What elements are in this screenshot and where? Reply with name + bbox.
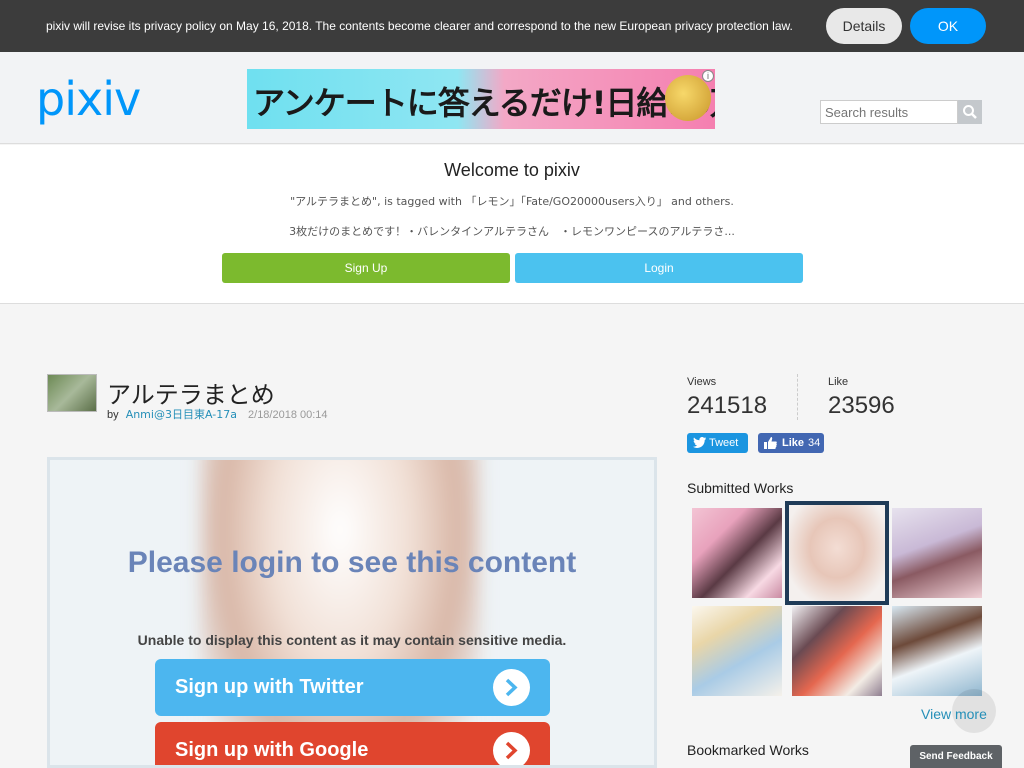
ad-coin-image [665, 75, 711, 121]
site-header: pixiv アンケートに答えるだけ!日給10万円 i [0, 52, 1024, 144]
stats-divider [797, 374, 798, 420]
tweet-button[interactable]: Tweet [687, 433, 748, 453]
welcome-tags-line: "アルテラまとめ", is tagged with 「レモン」「Fate/GO2… [290, 195, 734, 208]
submitted-work-thumbnail[interactable] [892, 508, 982, 598]
submitted-work-thumbnail[interactable] [892, 606, 982, 696]
thumbs-up-icon [764, 437, 777, 449]
facebook-like-button[interactable]: Like 34 [758, 433, 824, 453]
like-count: 23596 [828, 392, 895, 419]
send-feedback-button[interactable]: Send Feedback [910, 745, 1002, 768]
privacy-ok-button[interactable]: OK [910, 8, 986, 44]
views-count: 241518 [687, 392, 768, 419]
signup-google-button[interactable]: Sign up with Google [155, 722, 550, 765]
by-label: by [107, 409, 119, 421]
submitted-work-thumbnail[interactable] [692, 508, 782, 598]
signup-twitter-label: Sign up with Twitter [175, 676, 364, 698]
welcome-title: Welcome to pixiv [444, 160, 580, 180]
ad-info-icon[interactable]: i [702, 70, 714, 82]
twitter-bird-icon [693, 437, 706, 448]
submitted-work-thumbnail[interactable] [792, 606, 882, 696]
submitted-work-thumbnail[interactable] [692, 606, 782, 696]
work-title: アルテラまとめ [107, 381, 275, 409]
locked-content-panel: Please login to see this content Unable … [47, 457, 657, 768]
submitted-works-title: Submitted Works [687, 480, 794, 496]
welcome-description: 3枚だけのまとめです！・バレンタインアルテラさん ・レモンワンピースのアルテラさ… [289, 225, 735, 238]
search-icon [963, 105, 977, 119]
fb-like-label: Like [782, 437, 805, 449]
pixiv-logo[interactable]: pixiv [36, 74, 141, 124]
view-more-link[interactable]: View more [921, 706, 987, 722]
privacy-details-button[interactable]: Details [826, 8, 902, 44]
bookmarked-works-title: Bookmarked Works [687, 742, 809, 758]
work-date: 2/18/2018 00:14 [248, 409, 328, 421]
search-button[interactable] [958, 100, 982, 124]
fb-like-count: 34 [808, 437, 821, 449]
views-label: Views [687, 376, 717, 388]
welcome-panel: Welcome to pixiv "アルテラまとめ", is tagged wi… [0, 145, 1024, 304]
locked-subtitle: Unable to display this content as it may… [137, 632, 567, 648]
chevron-right-icon [493, 669, 530, 706]
signup-google-label: Sign up with Google [175, 739, 369, 761]
ad-text: アンケートに答えるだけ!日給10万円 [253, 84, 715, 122]
signup-button[interactable]: Sign Up [222, 253, 510, 283]
privacy-banner: pixiv will revise its privacy policy on … [0, 0, 1024, 52]
author-avatar[interactable] [47, 374, 97, 412]
ad-banner[interactable]: アンケートに答えるだけ!日給10万円 [247, 69, 715, 129]
work-byline: by Anmi@3日目東A-17a 2/18/2018 00:14 [107, 406, 328, 422]
search-input[interactable] [820, 100, 958, 124]
like-label: Like [828, 376, 849, 388]
privacy-message: pixiv will revise its privacy policy on … [46, 19, 793, 33]
tweet-label: Tweet [709, 437, 739, 449]
login-button[interactable]: Login [515, 253, 803, 283]
submitted-work-thumbnail-current[interactable] [785, 501, 889, 605]
chevron-right-icon [493, 732, 530, 765]
signup-twitter-button[interactable]: Sign up with Twitter [155, 659, 550, 716]
author-link[interactable]: Anmi@3日目東A-17a [126, 408, 237, 421]
locked-title: Please login to see this content [127, 546, 577, 579]
